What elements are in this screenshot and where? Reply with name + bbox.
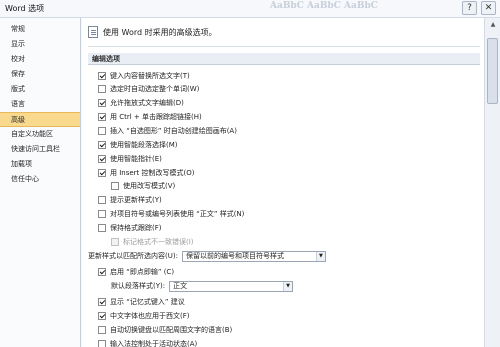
chevron-down-icon[interactable]: ▼ bbox=[283, 281, 293, 291]
option-smart-cursoring[interactable]: 使用智能指针(E) bbox=[98, 153, 162, 165]
option-label: 用 Insert 控制改写模式(O) bbox=[110, 169, 195, 177]
sidebar-item-customize-ribbon[interactable]: 自定义功能区 bbox=[0, 127, 80, 142]
checkbox bbox=[111, 238, 119, 246]
checkbox[interactable] bbox=[98, 340, 106, 347]
checkbox[interactable] bbox=[98, 169, 106, 177]
checkbox[interactable] bbox=[98, 196, 106, 204]
checkbox[interactable] bbox=[98, 210, 106, 218]
sidebar-item-proofing[interactable]: 校对 bbox=[0, 52, 80, 67]
section-editing-options: 编辑选项 bbox=[88, 53, 480, 65]
checkbox[interactable] bbox=[98, 268, 106, 276]
option-label: 选定时自动选定整个单词(W) bbox=[110, 85, 200, 93]
default-style-label: 默认段落样式(Y): bbox=[111, 282, 166, 290]
default-style-select[interactable]: 正文 ▼ bbox=[169, 280, 294, 292]
default-style-row: 默认段落样式(Y): 正文 ▼ bbox=[111, 280, 294, 292]
checkbox[interactable] bbox=[98, 155, 106, 163]
checkbox[interactable] bbox=[111, 182, 119, 190]
option-auto-drawing-canvas[interactable]: 插入 “自选图形” 时自动创建绘图画布(A) bbox=[98, 125, 237, 137]
option-auto-switch-keyboard[interactable]: 自动切换键盘以匹配周围文字的语言(B) bbox=[98, 324, 232, 336]
sidebar-item-save[interactable]: 保存 bbox=[0, 67, 80, 82]
default-style-value: 正文 bbox=[173, 281, 188, 290]
checkbox[interactable] bbox=[98, 312, 106, 320]
window-title: Word 选项 bbox=[5, 4, 45, 13]
option-ime-control-active[interactable]: 输入法控制处于活动状态(A) bbox=[98, 338, 197, 347]
option-label: 输入法控制处于活动状态(A) bbox=[110, 340, 198, 347]
close-button[interactable]: ✕ bbox=[481, 1, 496, 15]
option-use-overtype-mode[interactable]: 使用改写模式(V) bbox=[111, 180, 175, 192]
option-label: 显示 “记忆式键入” 建议 bbox=[110, 298, 185, 306]
option-label: 提示更新样式(Y) bbox=[110, 196, 162, 204]
option-insert-key-overtype[interactable]: 用 Insert 控制改写模式(O) bbox=[98, 167, 195, 179]
option-label: 插入 “自选图形” 时自动创建绘图画布(A) bbox=[110, 127, 237, 135]
sidebar-item-quick-access-toolbar[interactable]: 快速访问工具栏 bbox=[0, 142, 80, 157]
chevron-down-icon[interactable]: ▼ bbox=[315, 251, 325, 261]
vertical-scrollbar[interactable]: ▲ bbox=[484, 18, 500, 347]
option-label: 对项目符号或编号列表使用 “正文” 样式(N) bbox=[110, 210, 245, 218]
update-style-row: 更新样式以匹配所选内容(U): 保留以前的编号和项目符号样式 ▼ bbox=[88, 250, 326, 262]
option-label: 自动切换键盘以匹配周围文字的语言(B) bbox=[110, 326, 233, 334]
option-ctrl-click-hyperlink[interactable]: 用 Ctrl + 单击跟踪超链接(H) bbox=[98, 111, 202, 123]
option-label: 标记格式不一致错误(I) bbox=[123, 238, 194, 246]
advanced-options-panel: 使用 Word 时采用的高级选项。 编辑选项 键入内容替换所选文字(T) 选定时… bbox=[82, 18, 484, 347]
option-label: 键入内容替换所选文字(T) bbox=[110, 72, 190, 80]
ribbon-styles-ghost: AaBbC AaBbC AaBbC bbox=[270, 1, 378, 11]
option-auto-select-whole-word[interactable]: 选定时自动选定整个单词(W) bbox=[98, 83, 199, 95]
option-normal-style-for-lists[interactable]: 对项目符号或编号列表使用 “正文” 样式(N) bbox=[98, 208, 244, 220]
option-label: 允许拖放式文字编辑(D) bbox=[110, 99, 184, 107]
title-bar: Word 选项 AaBbC AaBbC AaBbC ? ✕ bbox=[0, 0, 500, 18]
checkbox[interactable] bbox=[98, 298, 106, 306]
sidebar-item-language[interactable]: 语言 bbox=[0, 97, 80, 112]
option-label: 中文字体也应用于西文(F) bbox=[110, 312, 190, 320]
option-typing-replaces-selection[interactable]: 键入内容替换所选文字(T) bbox=[98, 70, 190, 82]
sidebar-item-general[interactable]: 常规 bbox=[0, 22, 80, 37]
sidebar-item-add-ins[interactable]: 加载项 bbox=[0, 157, 80, 172]
option-prompt-update-style[interactable]: 提示更新样式(Y) bbox=[98, 194, 162, 206]
checkbox[interactable] bbox=[98, 224, 106, 232]
update-style-value: 保留以前的编号和项目符号样式 bbox=[185, 251, 284, 260]
option-label: 用 Ctrl + 单击跟踪超链接(H) bbox=[110, 113, 202, 121]
option-drag-and-drop[interactable]: 允许拖放式文字编辑(D) bbox=[98, 97, 184, 109]
update-style-select[interactable]: 保留以前的编号和项目符号样式 ▼ bbox=[181, 250, 326, 262]
checkbox[interactable] bbox=[98, 85, 106, 93]
option-label: 保持格式跟踪(F) bbox=[110, 224, 162, 232]
scrollbar-thumb[interactable] bbox=[487, 38, 498, 104]
option-label: 使用智能段落选择(M) bbox=[110, 141, 178, 149]
scroll-up-arrow-icon[interactable]: ▲ bbox=[488, 20, 498, 30]
option-label: 启用 “即点即输” (C) bbox=[110, 268, 175, 276]
checkbox[interactable] bbox=[98, 99, 106, 107]
options-sidebar: 常规 显示 校对 保存 版式 语言 高级 自定义功能区 快速访问工具栏 加载项 … bbox=[0, 18, 81, 347]
option-smart-paragraph-selection[interactable]: 使用智能段落选择(M) bbox=[98, 139, 178, 151]
document-icon bbox=[88, 26, 98, 38]
checkbox[interactable] bbox=[98, 113, 106, 121]
checkbox[interactable] bbox=[98, 326, 106, 334]
option-autocomplete-suggestions[interactable]: 显示 “记忆式键入” 建议 bbox=[98, 296, 185, 308]
option-label: 使用智能指针(E) bbox=[110, 155, 162, 163]
sidebar-item-display[interactable]: 显示 bbox=[0, 37, 80, 52]
option-mark-formatting-inconsistencies: 标记格式不一致错误(I) bbox=[111, 236, 194, 248]
checkbox[interactable] bbox=[98, 127, 106, 135]
sidebar-item-trust-center[interactable]: 信任中心 bbox=[0, 172, 80, 187]
sidebar-item-layout[interactable]: 版式 bbox=[0, 82, 80, 97]
page-header: 使用 Word 时采用的高级选项。 bbox=[103, 27, 217, 37]
update-style-label: 更新样式以匹配所选内容(U): bbox=[88, 252, 178, 260]
option-keep-track-of-formatting[interactable]: 保持格式跟踪(F) bbox=[98, 222, 162, 234]
option-label: 使用改写模式(V) bbox=[123, 182, 176, 190]
option-asian-font-for-latin[interactable]: 中文字体也应用于西文(F) bbox=[98, 310, 190, 322]
option-click-and-type[interactable]: 启用 “即点即输” (C) bbox=[98, 266, 174, 278]
sidebar-item-advanced[interactable]: 高级 bbox=[0, 112, 80, 127]
help-button[interactable]: ? bbox=[462, 1, 477, 15]
header-divider bbox=[88, 46, 480, 47]
checkbox[interactable] bbox=[98, 72, 106, 80]
checkbox[interactable] bbox=[98, 141, 106, 149]
